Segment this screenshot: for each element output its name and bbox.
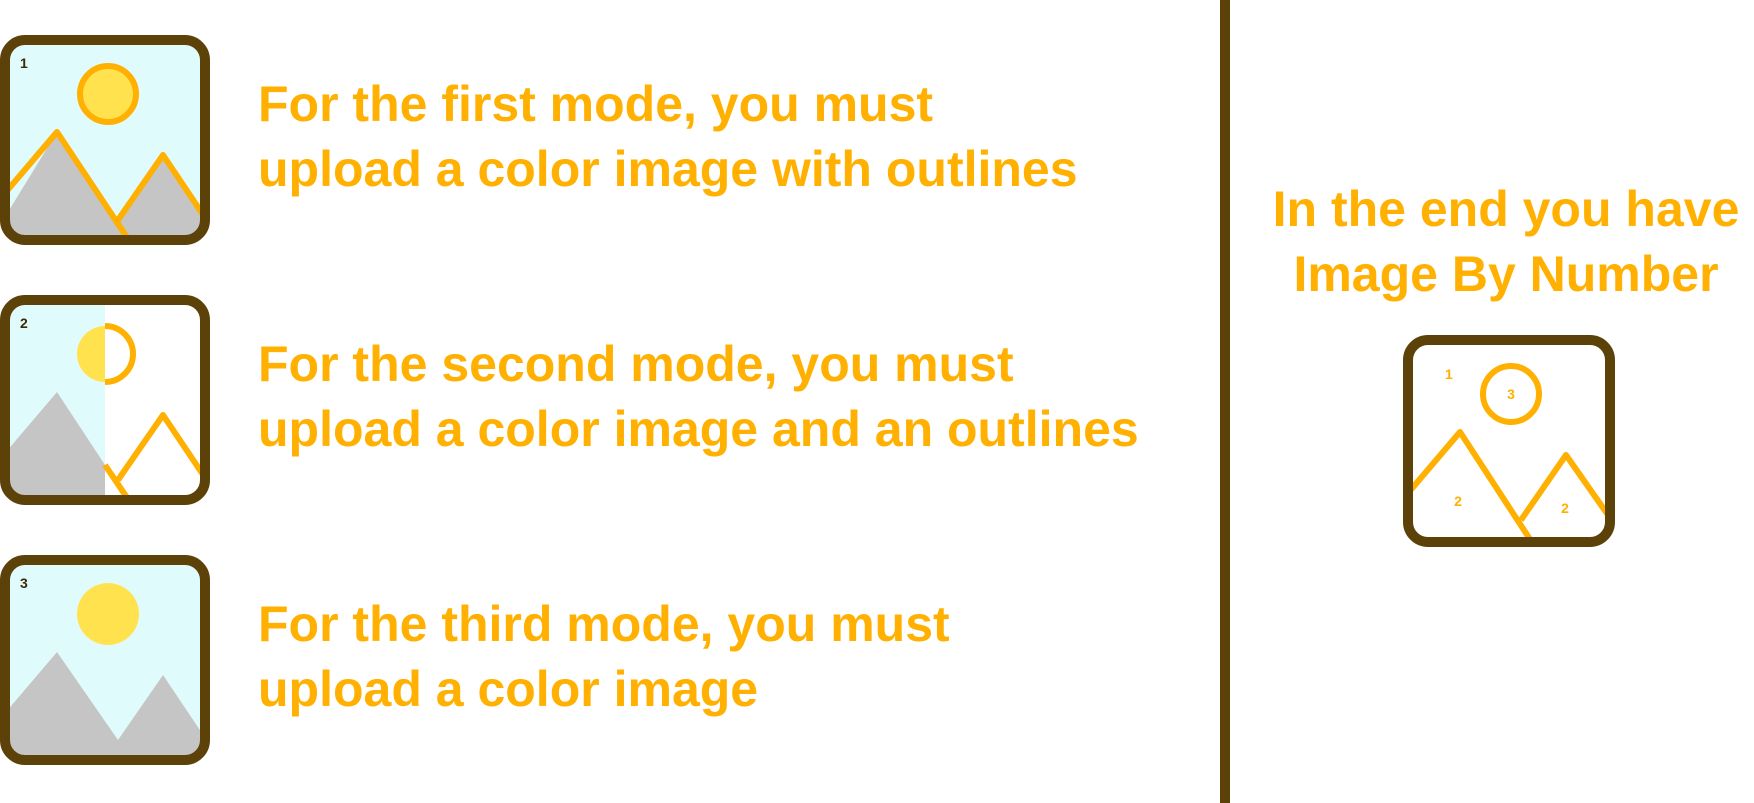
mode-1-description: For the first mode, you must upload a co…: [258, 72, 1078, 202]
mode-1-thumbnail: 1: [0, 35, 210, 245]
mode-3-line-2: upload a color image: [258, 661, 759, 717]
result-line-1: In the end you have: [1272, 181, 1740, 237]
region-number-left-mountain: 2: [1454, 493, 1462, 509]
mode-3-description: For the third mode, you must upload a co…: [258, 592, 950, 722]
mode-1-line-2: upload a color image with outlines: [258, 141, 1078, 197]
image-color-only-icon: 3: [0, 555, 210, 765]
mode-2-description: For the second mode, you must upload a c…: [258, 332, 1139, 462]
image-by-number-icon: 1 3 2 2: [1403, 335, 1615, 547]
result-thumbnail: 1 3 2 2: [1403, 335, 1615, 547]
mode-number: 1: [20, 55, 28, 71]
region-number-sun: 3: [1507, 386, 1515, 402]
mode-3-line-1: For the third mode, you must: [258, 596, 950, 652]
mode-2-line-2: upload a color image and an outlines: [258, 401, 1139, 457]
result-title: In the end you have Image By Number: [1236, 177, 1754, 307]
mode-3-thumbnail: 3: [0, 555, 210, 765]
region-number-right-mountain: 2: [1561, 500, 1569, 516]
region-number-background: 1: [1445, 366, 1453, 382]
image-color-and-separate-outlines-icon: 2: [0, 295, 210, 505]
image-color-with-outlines-icon: 1: [0, 35, 210, 245]
mode-2-line-1: For the second mode, you must: [258, 336, 1014, 392]
mode-number: 2: [20, 315, 28, 331]
mode-number: 3: [20, 575, 28, 591]
vertical-divider: [1220, 0, 1230, 803]
sun-icon: [77, 63, 139, 125]
mode-1-line-1: For the first mode, you must: [258, 76, 934, 132]
result-line-2: Image By Number: [1293, 246, 1719, 302]
sun-icon: [77, 583, 139, 645]
mode-2-thumbnail: 2: [0, 295, 210, 505]
